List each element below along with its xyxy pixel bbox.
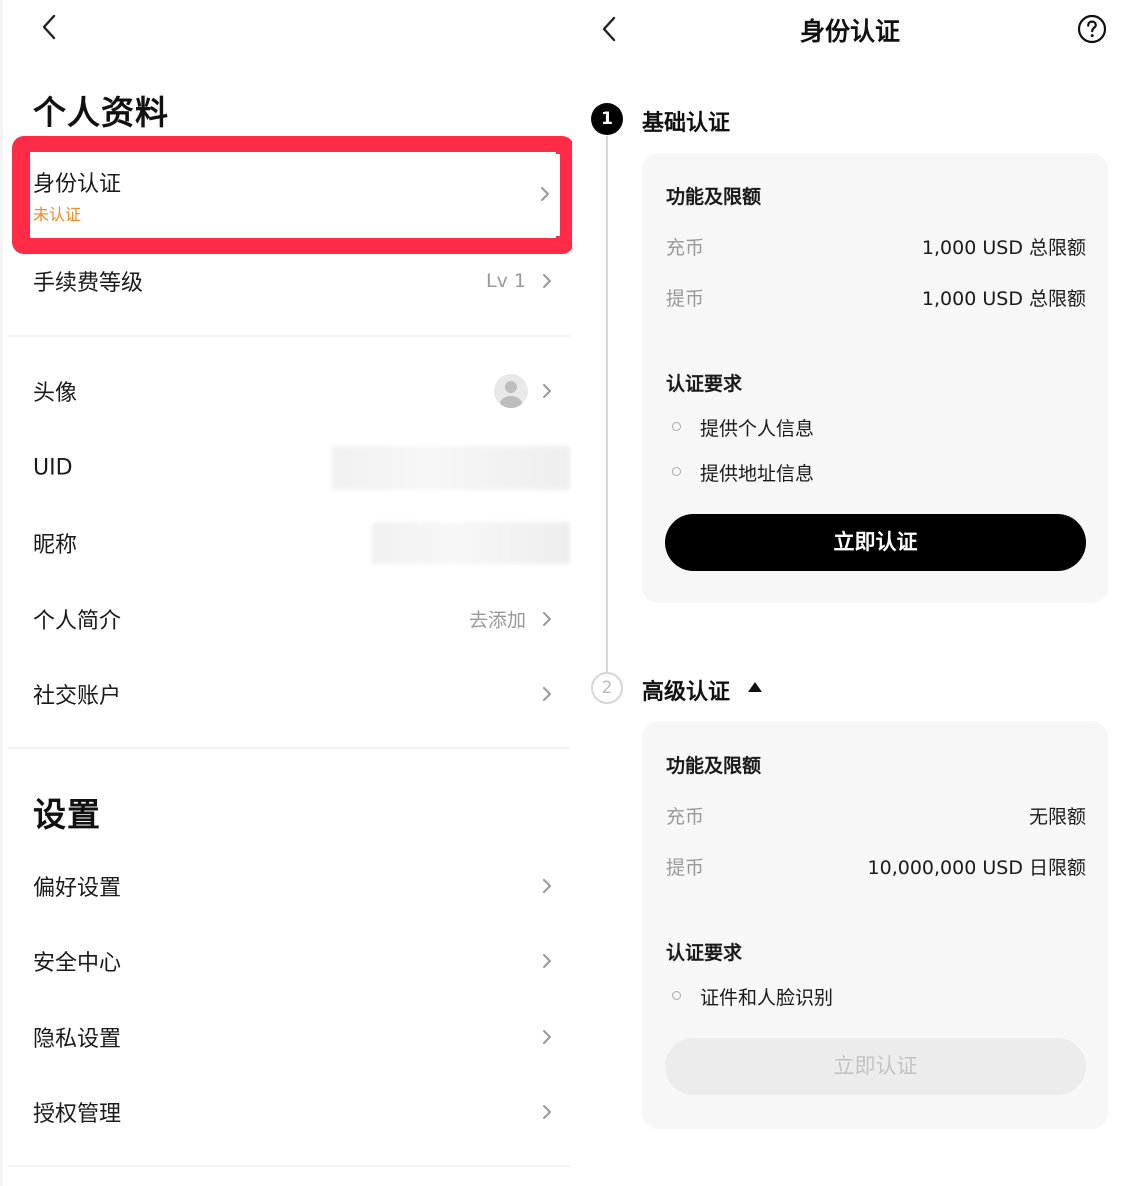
security-center-label: 安全中心 — [33, 951, 122, 976]
chevron-right-icon — [540, 1027, 554, 1047]
chevron-right-icon — [540, 271, 554, 291]
deposit-limit-value: 无限额 — [1028, 806, 1086, 828]
features-limits-title: 功能及限额 — [666, 755, 762, 777]
deposit-label: 充币 — [666, 237, 705, 259]
privacy-settings-label: 隐私设置 — [33, 1027, 122, 1052]
chevron-left-icon — [42, 14, 56, 40]
chevron-right-icon — [540, 684, 554, 704]
deposit-label: 充币 — [666, 806, 705, 828]
divider — [8, 747, 570, 749]
avatar-row[interactable]: 头像 — [0, 361, 572, 421]
preferences-row[interactable]: 偏好设置 — [0, 856, 572, 916]
chevron-right-icon — [540, 951, 554, 971]
privacy-settings-row[interactable]: 隐私设置 — [0, 1007, 572, 1067]
profile-section-title: 个人资料 — [33, 93, 169, 132]
authorization-management-row[interactable]: 授权管理 — [0, 1082, 572, 1142]
withdraw-label: 提币 — [666, 857, 705, 879]
withdraw-limit-value: 10,000,000 USD 日限额 — [867, 857, 1086, 879]
verify-now-button-disabled: 立即认证 — [665, 1038, 1086, 1095]
bullet-icon — [672, 467, 681, 476]
caret-up-icon[interactable] — [748, 682, 762, 692]
fee-level-row[interactable]: 手续费等级 Lv 1 — [0, 251, 572, 311]
advanced-verification-title[interactable]: 高级认证 — [642, 674, 730, 706]
step-1-indicator: 1 — [591, 103, 623, 135]
bullet-icon — [672, 422, 681, 431]
withdraw-limit-value: 1,000 USD 总限额 — [921, 288, 1086, 310]
step-2-indicator: 2 — [591, 672, 623, 704]
requirement-item: 提供个人信息 — [700, 418, 815, 440]
requirement-item: 证件和人脸识别 — [700, 987, 834, 1009]
redacted-nickname — [372, 522, 570, 564]
social-accounts-label: 社交账户 — [33, 684, 122, 709]
verification-status-badge: 未认证 — [33, 205, 82, 224]
advanced-verification-card: 功能及限额 充币 无限额 提币 10,000,000 USD 日限额 认证要求 … — [642, 721, 1108, 1129]
chevron-right-icon — [540, 381, 554, 401]
uid-label: UID — [33, 455, 73, 481]
basic-verification-card: 功能及限额 充币 1,000 USD 总限额 提币 1,000 USD 总限额 … — [642, 153, 1108, 603]
divider — [8, 335, 570, 337]
security-center-row[interactable]: 安全中心 — [0, 931, 572, 991]
social-accounts-row[interactable]: 社交账户 — [0, 664, 572, 724]
identity-verification-row[interactable]: 身份认证 未认证 — [30, 152, 556, 238]
requirements-title: 认证要求 — [666, 942, 743, 964]
redacted-uid — [332, 446, 570, 490]
bio-row[interactable]: 个人简介 去添加 — [0, 589, 572, 649]
authorization-management-label: 授权管理 — [33, 1102, 122, 1127]
user-silhouette-icon — [500, 381, 522, 408]
preferences-label: 偏好设置 — [33, 876, 122, 901]
requirement-item: 提供地址信息 — [700, 463, 815, 485]
settings-section-title: 设置 — [33, 795, 101, 834]
chevron-right-icon — [540, 609, 554, 629]
help-icon[interactable] — [1076, 13, 1108, 45]
requirements-title: 认证要求 — [666, 373, 743, 395]
fee-level-label: 手续费等级 — [33, 271, 144, 296]
avatar — [494, 374, 528, 408]
identity-verification-label: 身份认证 — [33, 172, 122, 197]
verify-now-button[interactable]: 立即认证 — [665, 514, 1086, 571]
chevron-right-icon — [540, 1102, 554, 1122]
page-title: 身份认证 — [799, 17, 900, 46]
bio-add-value: 去添加 — [468, 609, 526, 632]
chevron-right-icon — [538, 184, 552, 204]
chevron-right-icon — [540, 876, 554, 896]
fee-level-value: Lv 1 — [486, 270, 526, 292]
step-timeline — [606, 136, 608, 676]
divider — [8, 1165, 570, 1167]
nickname-label: 昵称 — [33, 533, 78, 558]
deposit-limit-value: 1,000 USD 总限额 — [921, 237, 1086, 259]
bio-label: 个人简介 — [33, 609, 122, 634]
withdraw-label: 提币 — [666, 288, 705, 310]
profile-panel: 个人资料 身份认证 未认证 手续费等级 Lv 1 头像 UID 昵称 个人简介 … — [0, 0, 574, 1186]
basic-verification-title: 基础认证 — [642, 111, 731, 136]
bullet-icon — [672, 991, 681, 1000]
verification-panel: 身份认证 1 基础认证 功能及限额 充币 1,000 USD 总限额 提币 1,… — [572, 0, 1148, 1186]
features-limits-title: 功能及限额 — [666, 186, 762, 208]
avatar-label: 头像 — [33, 381, 78, 406]
back-button[interactable] — [36, 10, 64, 44]
